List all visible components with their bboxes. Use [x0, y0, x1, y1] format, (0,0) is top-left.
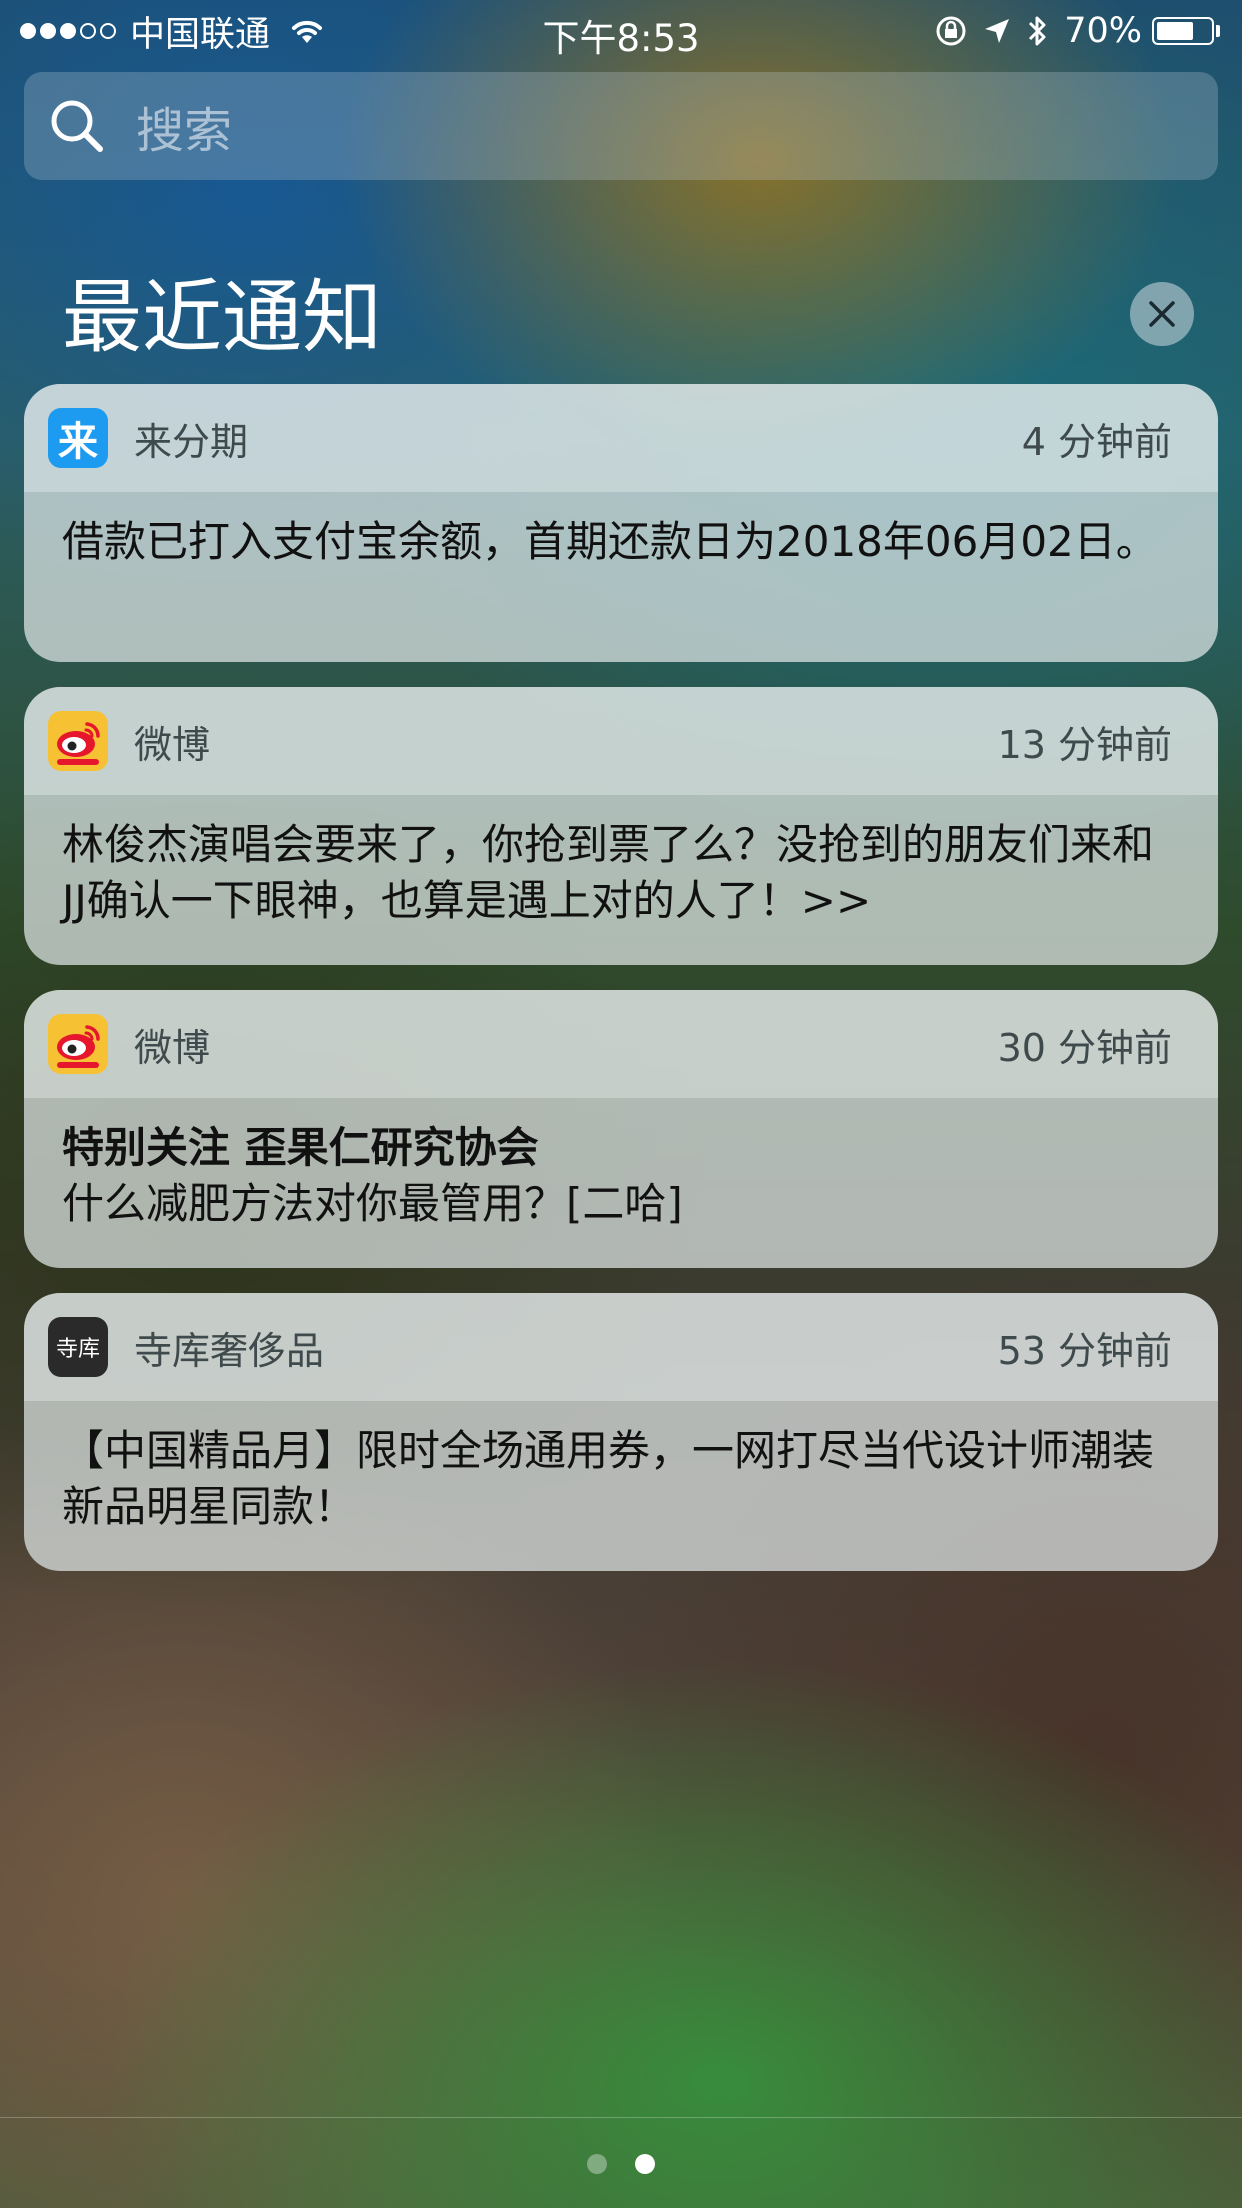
notification-time: 13 分钟前: [997, 722, 1172, 767]
notification-body: 【中国精品月】限时全场通用券，一网打尽当代设计师潮装新品明星同款！: [24, 1401, 1218, 1535]
weibo-logo-icon: [57, 722, 100, 765]
notification-card[interactable]: 来 来分期 4 分钟前 借款已打入支付宝余额，首期还款日为2018年06月02日…: [24, 384, 1218, 662]
search-icon: [51, 100, 103, 152]
weibo-app-icon: [48, 711, 108, 771]
notification-app-name: 微博: [134, 1025, 211, 1070]
notification-app-name: 来分期: [134, 419, 249, 464]
notification-message: 借款已打入支付宝余额，首期还款日为2018年06月02日。: [62, 517, 1158, 566]
dock-divider: [0, 2117, 1242, 2118]
page-dot[interactable]: [587, 2154, 607, 2174]
notification-body: 借款已打入支付宝余额，首期还款日为2018年06月02日。: [24, 492, 1218, 570]
bluetooth-icon: [1029, 16, 1046, 46]
status-bar-right: 70%: [920, 10, 1220, 52]
notification-header: 微博 30 分钟前: [24, 990, 1218, 1098]
notification-app-name: 寺库奢侈品: [134, 1328, 325, 1373]
status-bar: 中国联通 下午8:53 70%: [0, 0, 1242, 62]
notification-app-name: 微博: [134, 722, 211, 767]
page-indicator[interactable]: [0, 2154, 1242, 2174]
notification-body: 特别关注 歪果仁研究协会 什么减肥方法对你最管用？[二哈]: [24, 1098, 1218, 1232]
page-dot-active[interactable]: [635, 2154, 655, 2174]
orientation-lock-icon: [936, 16, 966, 46]
notification-header: 来 来分期 4 分钟前: [24, 384, 1218, 492]
section-title: 最近通知: [62, 271, 382, 364]
battery-icon: [1152, 17, 1214, 45]
laifenqi-app-icon: 来: [48, 408, 108, 468]
notification-time: 4 分钟前: [1021, 419, 1172, 464]
notification-message: 林俊杰演唱会要来了，你抢到票了么？没抢到的朋友们来和JJ确认一下眼神，也算是遇上…: [62, 820, 1155, 925]
battery-percentage: 70%: [1064, 11, 1142, 51]
search-input-placeholder[interactable]: 搜索: [136, 91, 232, 161]
notification-header: 微博 13 分钟前: [24, 687, 1218, 795]
notification-card[interactable]: 寺库 寺库奢侈品 53 分钟前 【中国精品月】限时全场通用券，一网打尽当代设计师…: [24, 1293, 1218, 1571]
search-bar[interactable]: 搜索: [24, 72, 1218, 180]
battery-nub: [1216, 25, 1220, 37]
notification-title: 特别关注 歪果仁研究协会: [62, 1123, 539, 1172]
clear-notifications-button[interactable]: [1130, 282, 1194, 346]
notification-message: 什么减肥方法对你最管用？[二哈]: [62, 1179, 683, 1228]
notification-header: 寺库 寺库奢侈品 53 分钟前: [24, 1293, 1218, 1401]
siku-app-icon: 寺库: [48, 1317, 108, 1377]
weibo-logo-icon: [57, 1025, 100, 1068]
notification-card[interactable]: 微博 13 分钟前 林俊杰演唱会要来了，你抢到票了么？没抢到的朋友们来和JJ确认…: [24, 687, 1218, 965]
siku-icon-glyph: 寺库: [55, 1337, 100, 1362]
notification-time: 53 分钟前: [997, 1328, 1172, 1373]
notification-message: 【中国精品月】限时全场通用券，一网打尽当代设计师潮装新品明星同款！: [62, 1426, 1155, 1531]
weibo-app-icon: [48, 1014, 108, 1074]
notification-card[interactable]: 微博 30 分钟前 特别关注 歪果仁研究协会 什么减肥方法对你最管用？[二哈]: [24, 990, 1218, 1268]
close-icon: [1149, 301, 1175, 327]
location-icon: [985, 19, 1010, 43]
laifenqi-icon-glyph: 来: [58, 419, 98, 465]
battery-fill: [1157, 22, 1194, 40]
notification-body: 林俊杰演唱会要来了，你抢到票了么？没抢到的朋友们来和JJ确认一下眼神，也算是遇上…: [24, 795, 1218, 929]
notification-time: 30 分钟前: [997, 1025, 1172, 1070]
